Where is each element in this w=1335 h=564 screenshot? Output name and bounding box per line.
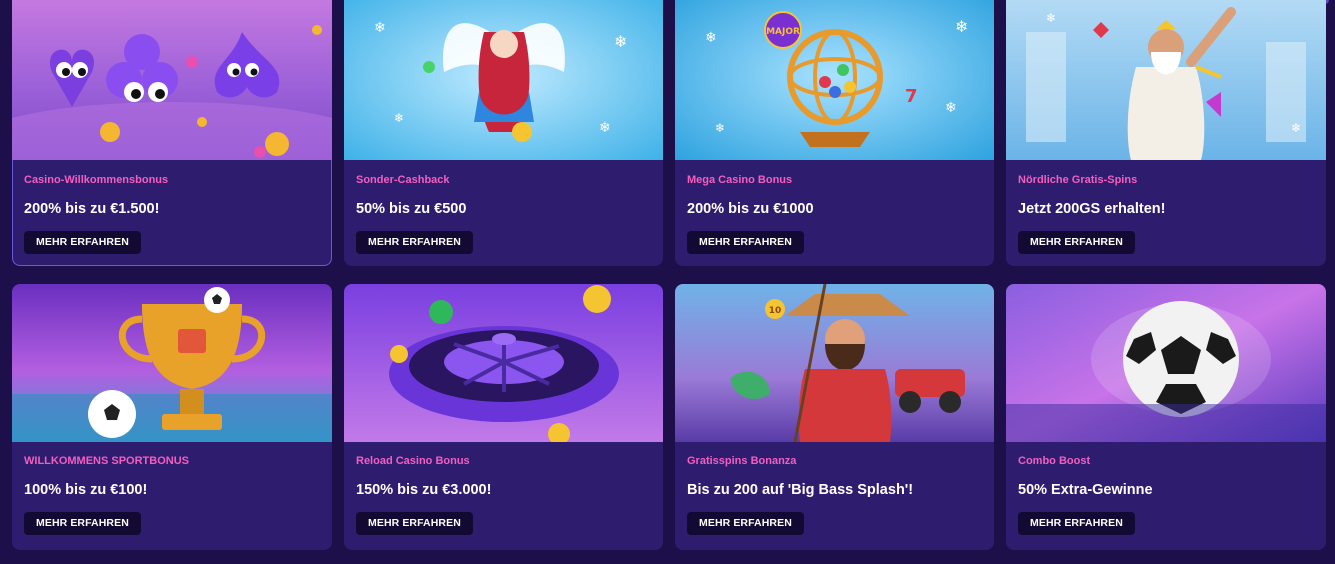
svg-text:❄: ❄	[394, 111, 404, 125]
promo-category: Casino-Willkommensbonus	[24, 174, 169, 186]
more-info-button[interactable]: MEHR ERFAHREN	[356, 512, 473, 535]
promo-headline: 200% bis zu €1000	[687, 201, 814, 217]
more-info-button[interactable]: MEHR ERFAHREN	[24, 231, 141, 254]
promo-headline: 50% Extra-Gewinne	[1018, 482, 1153, 498]
more-info-button[interactable]: MEHR ERFAHREN	[687, 231, 804, 254]
coin-badge: 10	[769, 306, 782, 316]
promo-headline: 150% bis zu €3.000!	[356, 482, 492, 498]
svg-text:❄: ❄	[614, 32, 627, 51]
promo-headline: 50% bis zu €500	[356, 201, 467, 217]
card-suits-characters-illustration	[12, 0, 332, 160]
svg-text:❄: ❄	[705, 30, 717, 46]
promo-category: WILLKOMMENS SPORTBONUS	[24, 455, 189, 467]
football-illustration	[1006, 284, 1326, 442]
promo-headline: 100% bis zu €100!	[24, 482, 148, 498]
promo-card-free-spins-bonanza[interactable]: 10 Gratisspins Bonanza Bis zu 200 auf 'B…	[675, 284, 994, 550]
promo-card-mega-casino[interactable]: MAJOR 7 ❄ ❄ ❄ ❄ Mega Casino Bonus 200% b…	[675, 0, 994, 266]
svg-text:❄: ❄	[945, 100, 957, 116]
winged-anime-girl-illustration: ❄ ❄ ❄ ❄	[344, 0, 663, 160]
promo-category: Nördliche Gratis-Spins	[1018, 174, 1138, 186]
promo-card-combo-boost[interactable]: Combo Boost 50% Extra-Gewinne MEHR ERFAH…	[1006, 284, 1326, 550]
more-info-button[interactable]: MEHR ERFAHREN	[1018, 231, 1135, 254]
promo-card-special-cashback[interactable]: ❄ ❄ ❄ ❄ Sonder-Cashback 50% bis zu €500 …	[344, 0, 663, 266]
promotions-grid: Casino-Willkommensbonus 200% bis zu €1.5…	[12, 0, 1326, 550]
promo-category: Combo Boost	[1018, 455, 1091, 467]
zeus-illustration: ❄ ❄	[1006, 0, 1326, 160]
promo-headline: Bis zu 200 auf 'Big Bass Splash'!	[687, 482, 914, 498]
fisherman-illustration: 10	[675, 284, 994, 442]
promo-category: Sonder-Cashback	[356, 174, 450, 186]
jackpot-badge: MAJOR	[766, 27, 800, 37]
promo-headline: Jetzt 200GS erhalten!	[1018, 201, 1166, 217]
promo-category: Reload Casino Bonus	[356, 455, 470, 467]
more-info-button[interactable]: MEHR ERFAHREN	[356, 231, 473, 254]
promo-category: Mega Casino Bonus	[687, 174, 793, 186]
svg-text:7: 7	[905, 86, 918, 107]
svg-text:❄: ❄	[955, 17, 968, 36]
svg-text:❄: ❄	[1291, 121, 1301, 135]
roulette-wheel-illustration	[344, 284, 663, 442]
more-info-button[interactable]: MEHR ERFAHREN	[24, 512, 141, 535]
promo-category: Gratisspins Bonanza	[687, 455, 797, 467]
promo-card-casino-welcome[interactable]: Casino-Willkommensbonus 200% bis zu €1.5…	[12, 0, 332, 266]
more-info-button[interactable]: MEHR ERFAHREN	[1018, 512, 1135, 535]
trophy-football-illustration	[12, 284, 332, 442]
promo-card-sports-welcome[interactable]: WILLKOMMENS SPORTBONUS 100% bis zu €100!…	[12, 284, 332, 550]
svg-text:❄: ❄	[599, 120, 611, 136]
svg-text:❄: ❄	[715, 121, 725, 135]
svg-text:❄: ❄	[1046, 11, 1056, 25]
svg-text:❄: ❄	[374, 20, 386, 36]
promo-card-northern-free-spins[interactable]: ❄ ❄ Nördliche Gratis-Spins Jetzt 200GS e…	[1006, 0, 1326, 266]
bingo-cage-illustration: MAJOR 7 ❄ ❄ ❄ ❄	[675, 0, 994, 160]
promo-card-reload-casino[interactable]: Reload Casino Bonus 150% bis zu €3.000! …	[344, 284, 663, 550]
promo-headline: 200% bis zu €1.500!	[24, 201, 160, 217]
more-info-button[interactable]: MEHR ERFAHREN	[687, 512, 804, 535]
